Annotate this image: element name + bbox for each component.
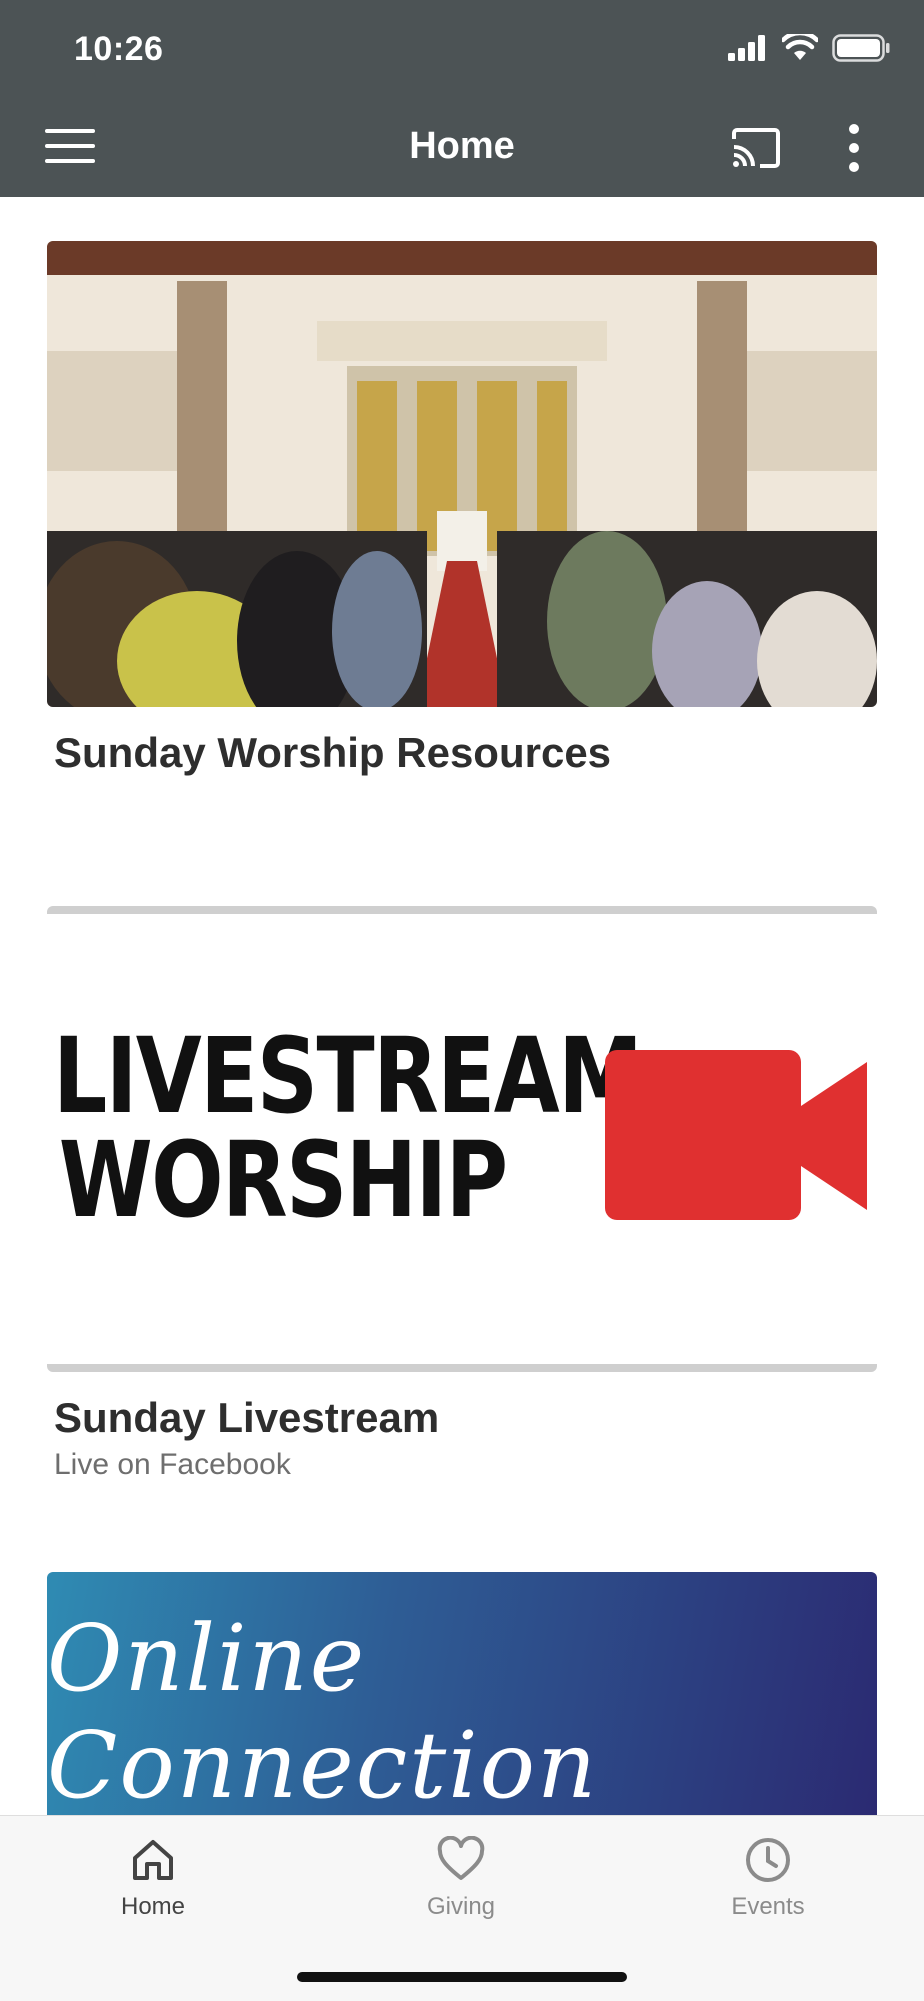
- clock-icon: [746, 1838, 790, 1882]
- home-icon: [133, 1840, 173, 1880]
- more-options-button[interactable]: [836, 118, 872, 178]
- card-worship-resources[interactable]: Sunday Worship Resources: [47, 241, 877, 777]
- card-sunday-livestream[interactable]: LIVESTREAM WORSHIP Sunday Livestream Liv…: [47, 906, 877, 1482]
- church-sanctuary-image: [47, 241, 877, 707]
- online-connection-banner: Online Connection: [47, 1572, 877, 1822]
- image-text-line1: LIVESTREAM: [53, 1015, 643, 1137]
- card-subtitle: Live on Facebook: [54, 1448, 291, 1481]
- tab-giving[interactable]: Giving: [361, 1835, 561, 1921]
- tab-label: Home: [120, 1893, 186, 1920]
- heart-icon: [437, 1835, 485, 1880]
- wifi-icon: [782, 34, 818, 60]
- video-camera-icon: [605, 1050, 867, 1220]
- more-vertical-icon: [849, 124, 859, 172]
- tab-home[interactable]: Home: [53, 1836, 253, 1921]
- battery-icon: [832, 34, 890, 62]
- tab-label: Events: [731, 1893, 805, 1920]
- image-text-line2: WORSHIP: [58, 1119, 508, 1241]
- tab-events[interactable]: Events: [668, 1836, 868, 1921]
- livestream-image-text: LIVESTREAM WORSHIP: [53, 1015, 643, 1241]
- home-indicator: [297, 1972, 627, 1982]
- card-online-connection[interactable]: Online Connection: [47, 1572, 877, 1822]
- cast-icon: [732, 128, 780, 168]
- status-icons: [728, 34, 890, 62]
- status-time: 10:26: [74, 30, 164, 68]
- tab-label: Giving: [426, 1893, 496, 1920]
- banner-text: Online Connection: [47, 1605, 599, 1819]
- signal-icon: [728, 35, 765, 61]
- livestream-worship-image: LIVESTREAM WORSHIP: [47, 906, 877, 1372]
- card-title: Sunday Worship Resources: [54, 729, 612, 776]
- cast-button[interactable]: [720, 120, 792, 176]
- app-header: 10:26 Home: [0, 0, 924, 197]
- card-title: Sunday Livestream: [54, 1394, 440, 1441]
